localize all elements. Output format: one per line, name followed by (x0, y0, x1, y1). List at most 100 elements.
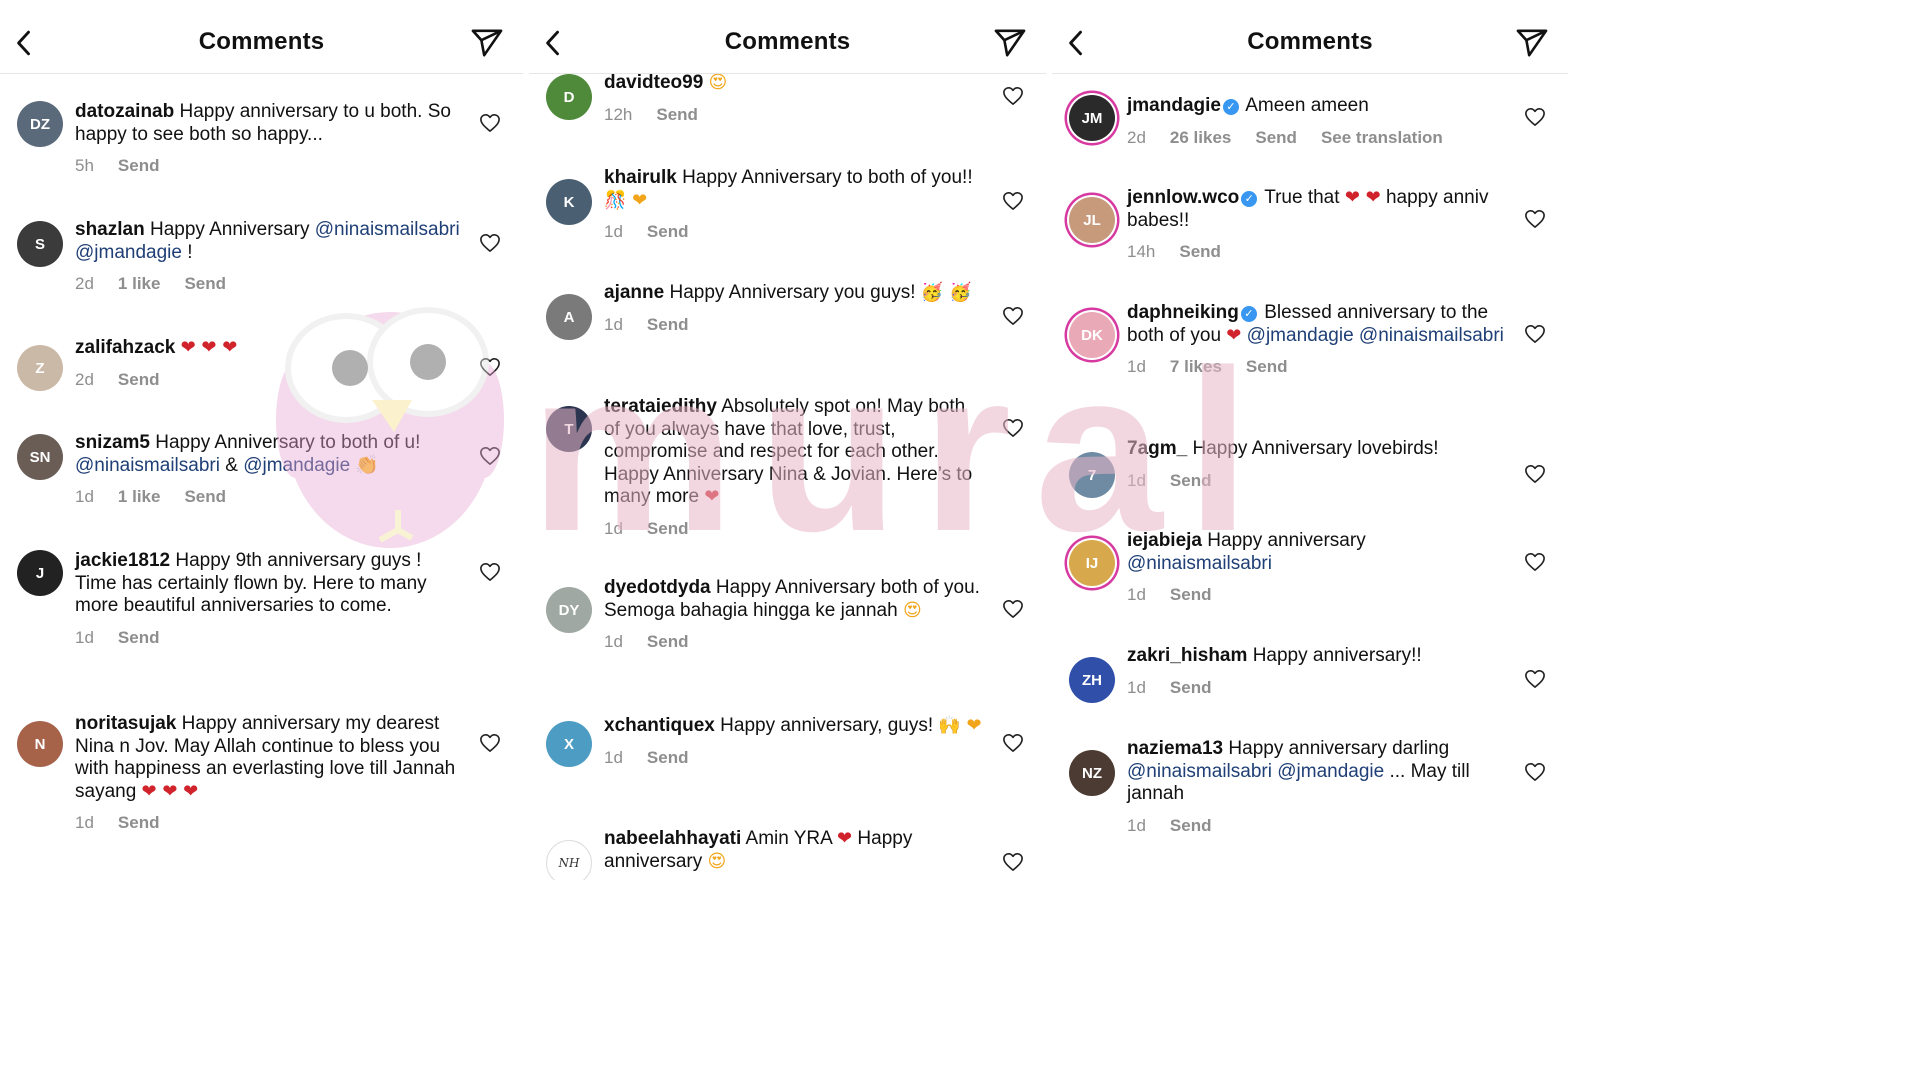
like-heart-icon[interactable] (1002, 418, 1024, 438)
send-reply-button[interactable]: Send (1179, 241, 1221, 264)
avatar[interactable]: DY (546, 587, 592, 633)
likes-count-button[interactable]: 1 like (118, 486, 161, 509)
back-chevron-icon[interactable] (1062, 26, 1090, 60)
comment-username[interactable]: jackie1812 (75, 550, 170, 571)
like-heart-icon[interactable] (479, 562, 501, 582)
avatar[interactable]: ZH (1069, 657, 1115, 703)
avatar[interactable]: N (17, 721, 63, 767)
avatar[interactable]: S (17, 221, 63, 267)
avatar[interactable]: Z (17, 345, 63, 391)
comment-username[interactable]: dyedotdyda (604, 577, 711, 598)
avatar[interactable]: DZ (17, 101, 63, 147)
like-heart-icon[interactable] (479, 446, 501, 466)
comment-username[interactable]: khairulk (604, 167, 677, 188)
comment-username[interactable]: naziema13 (1127, 738, 1223, 759)
send-reply-button[interactable]: Send (184, 273, 226, 296)
comment-username[interactable]: daphneiking (1127, 302, 1239, 323)
comment-username[interactable]: jmandagie (1127, 95, 1221, 116)
send-reply-button[interactable]: Send (1170, 677, 1212, 700)
comment-username[interactable]: 7agm_ (1127, 438, 1187, 459)
back-chevron-icon[interactable] (539, 26, 567, 60)
comment-username[interactable]: shazlan (75, 219, 145, 240)
send-reply-button[interactable]: Send (184, 486, 226, 509)
avatar[interactable]: JL (1069, 197, 1115, 243)
like-heart-icon[interactable] (1524, 464, 1546, 484)
send-reply-button[interactable]: Send (1246, 356, 1288, 379)
avatar[interactable]: T (546, 406, 592, 452)
like-heart-icon[interactable] (479, 113, 501, 133)
like-heart-icon[interactable] (1524, 209, 1546, 229)
likes-count-button[interactable]: 26 likes (1170, 127, 1231, 150)
likes-count-button[interactable]: 1 like (118, 273, 161, 296)
comment-username[interactable]: zakri_hisham (1127, 645, 1247, 666)
avatar[interactable]: IJ (1069, 540, 1115, 586)
like-heart-icon[interactable] (1002, 852, 1024, 872)
like-heart-icon[interactable] (1524, 107, 1546, 127)
mention-link[interactable]: @ninaismailsabri (1359, 325, 1504, 346)
send-reply-button[interactable]: Send (647, 221, 689, 244)
like-heart-icon[interactable] (1002, 733, 1024, 753)
like-heart-icon[interactable] (479, 233, 501, 253)
avatar[interactable]: DK (1069, 312, 1115, 358)
mention-link[interactable]: @jmandagie (75, 242, 182, 263)
avatar[interactable]: K (546, 179, 592, 225)
comment-username[interactable]: iejabieja (1127, 530, 1202, 551)
comment-username[interactable]: nabeelahhayati (604, 828, 741, 849)
avatar[interactable]: SN (17, 434, 63, 480)
send-reply-button[interactable]: Send (1255, 127, 1297, 150)
avatar[interactable]: NH (546, 840, 592, 880)
avatar[interactable]: JM (1069, 95, 1115, 141)
comment-username[interactable]: ajanne (604, 282, 664, 303)
like-heart-icon[interactable] (479, 733, 501, 753)
like-heart-icon[interactable] (1002, 599, 1024, 619)
avatar[interactable]: NZ (1069, 750, 1115, 796)
like-heart-icon[interactable] (1002, 191, 1024, 211)
mention-link[interactable]: @ninaismailsabri (75, 455, 220, 476)
send-reply-button[interactable]: Send (1170, 584, 1212, 607)
mention-link[interactable]: @jmandagie (1247, 325, 1354, 346)
likes-count-button[interactable]: 7 likes (1170, 356, 1222, 379)
send-reply-button[interactable]: Send (118, 627, 160, 650)
like-heart-icon[interactable] (1524, 324, 1546, 344)
like-heart-icon[interactable] (1524, 669, 1546, 689)
comment-username[interactable]: davidteo99 (604, 72, 703, 93)
send-reply-button[interactable]: Send (118, 369, 160, 392)
send-reply-button[interactable]: Send (1170, 815, 1212, 838)
direct-send-icon[interactable] (992, 26, 1028, 60)
comment-username[interactable]: datozainab (75, 101, 174, 122)
mention-link[interactable]: @jmandagie (243, 455, 350, 476)
avatar[interactable]: 7 (1069, 452, 1115, 498)
mention-link[interactable]: @ninaismailsabri (315, 219, 460, 240)
send-reply-button[interactable]: Send (1170, 470, 1212, 493)
send-reply-button[interactable]: Send (656, 104, 698, 127)
send-reply-button[interactable]: Send (647, 747, 689, 770)
like-heart-icon[interactable] (1002, 306, 1024, 326)
see-translation-button[interactable]: See translation (1321, 127, 1443, 150)
like-heart-icon[interactable] (1524, 552, 1546, 572)
comment-username[interactable]: zalifahzack (75, 337, 175, 358)
send-reply-button[interactable]: Send (647, 631, 689, 654)
send-reply-button[interactable]: Send (118, 812, 160, 835)
mention-link[interactable]: @ninaismailsabri (1127, 553, 1272, 574)
like-heart-icon[interactable] (479, 357, 501, 377)
comment-username[interactable]: snizam5 (75, 432, 150, 453)
mention-link[interactable]: @jmandagie (1277, 761, 1384, 782)
like-heart-icon[interactable] (1524, 762, 1546, 782)
back-chevron-icon[interactable] (10, 26, 38, 60)
avatar[interactable]: D (546, 74, 592, 120)
comment-username[interactable]: jennlow.wco (1127, 187, 1239, 208)
direct-send-icon[interactable] (469, 26, 505, 60)
send-reply-button[interactable]: Send (647, 518, 689, 541)
avatar[interactable]: X (546, 721, 592, 767)
send-reply-button[interactable]: Send (118, 155, 160, 178)
send-reply-button[interactable]: Send (647, 314, 689, 337)
avatar[interactable]: J (17, 550, 63, 596)
direct-send-icon[interactable] (1514, 26, 1550, 60)
mention-link[interactable]: @ninaismailsabri (1127, 761, 1272, 782)
comment-body: noritasujak Happy anniversary my dearest… (75, 713, 461, 835)
comment-username[interactable]: noritasujak (75, 713, 176, 734)
avatar[interactable]: A (546, 294, 592, 340)
comment-username[interactable]: xchantiquex (604, 715, 715, 736)
like-heart-icon[interactable] (1002, 86, 1024, 106)
comment-username[interactable]: terataiedithy (604, 396, 717, 417)
